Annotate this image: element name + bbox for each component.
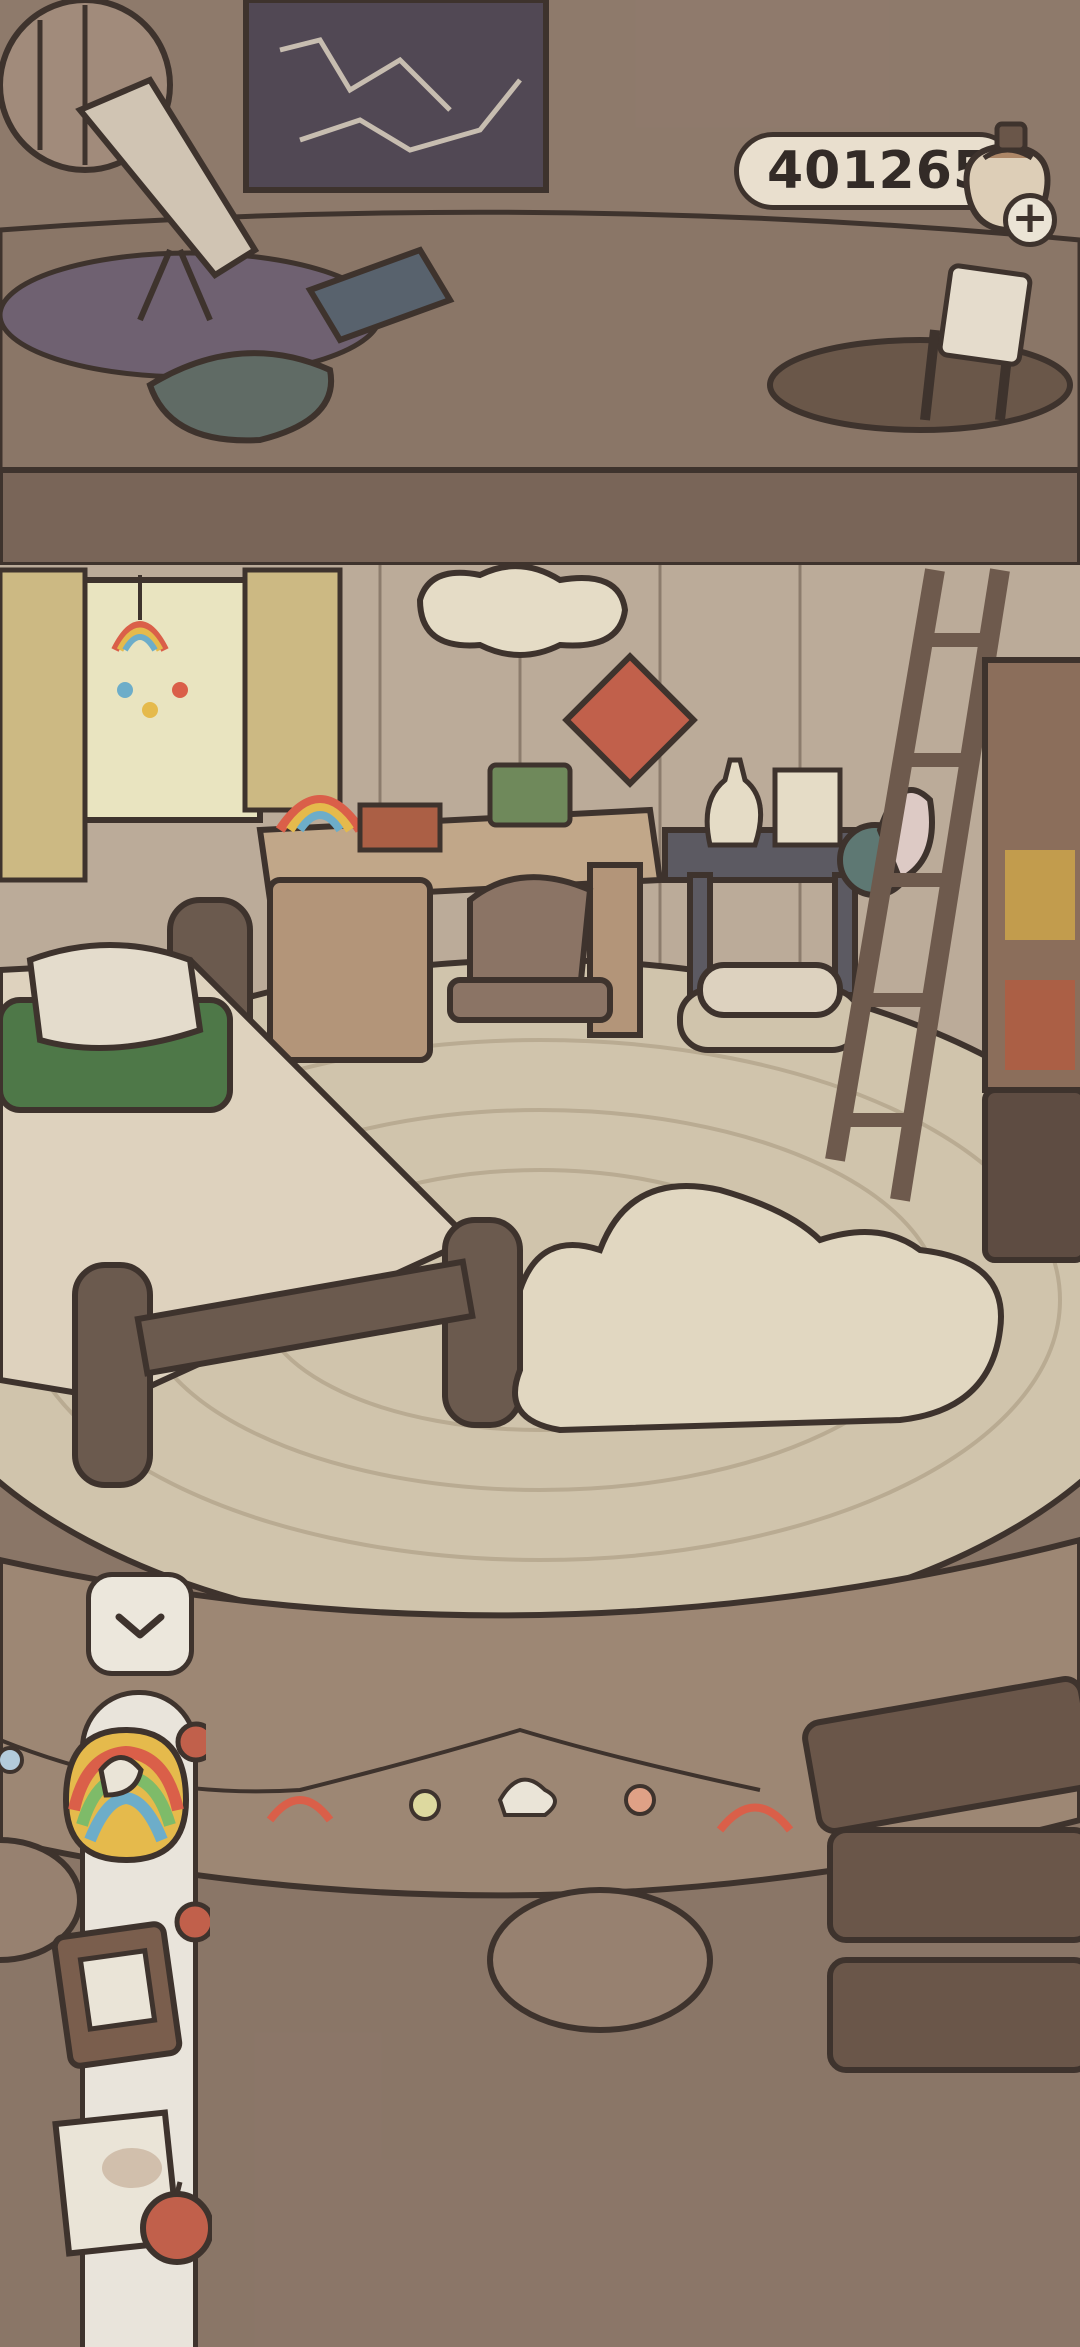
ceiling-beam	[0, 467, 1080, 568]
floor-hatch[interactable]	[767, 337, 1073, 433]
log-wheel-center	[487, 1887, 713, 2033]
pinned-note[interactable]	[937, 263, 1033, 367]
firewood-pile[interactable]	[677, 962, 863, 1053]
cloud-lamp[interactable]	[416, 563, 629, 658]
letters-icon[interactable]	[52, 2098, 212, 2268]
plus-icon: +	[1011, 192, 1049, 243]
storage-chest[interactable]	[982, 1087, 1080, 1263]
collapse-toolbar-button[interactable]	[86, 1572, 194, 1676]
add-currency-button[interactable]: +	[1003, 193, 1057, 247]
desk-chair[interactable]	[447, 874, 613, 1023]
stacked-books[interactable]	[487, 762, 573, 828]
bookshelf[interactable]	[982, 657, 1080, 1093]
plank-stack[interactable]	[802, 1676, 1080, 2073]
game-scene: 401265 +	[0, 0, 1080, 2347]
rainbow-sticker-icon[interactable]	[46, 1700, 206, 1870]
chevron-down-icon	[115, 1613, 165, 1639]
journal-icon[interactable]	[50, 1900, 210, 2070]
photo-frame[interactable]	[772, 767, 843, 848]
desk-books[interactable]	[357, 802, 443, 853]
constellation-poster[interactable]	[243, 0, 549, 193]
